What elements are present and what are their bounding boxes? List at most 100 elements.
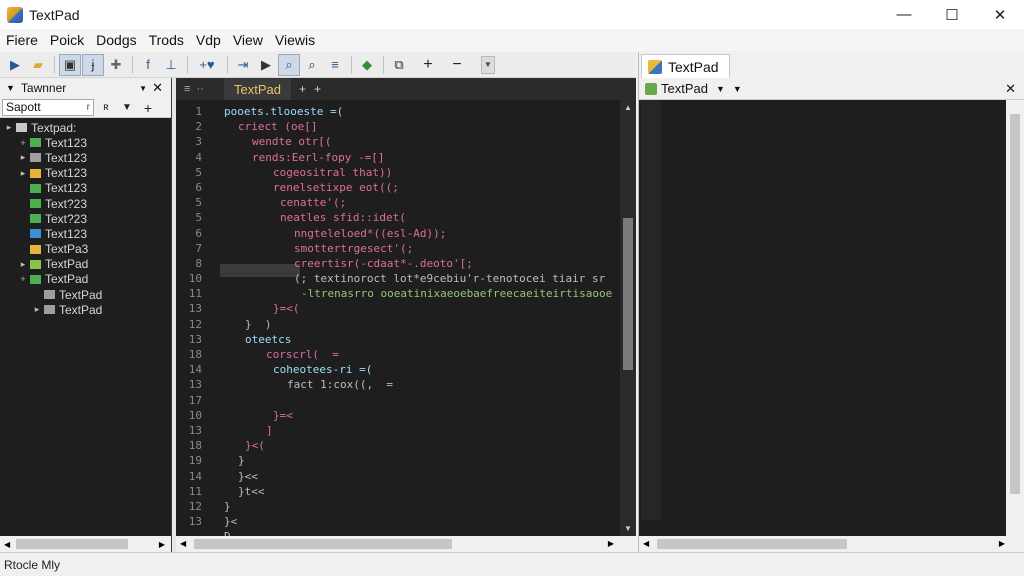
menu-window[interactable]: Viewis [275, 32, 315, 48]
expand-toggle-icon[interactable]: ▸ [32, 304, 42, 315]
open-folder-icon[interactable]: ▰ [27, 54, 49, 76]
new-tab-button[interactable]: + [299, 82, 306, 96]
scroll-thumb[interactable] [623, 218, 633, 370]
tab-menu-icon[interactable]: + [314, 82, 321, 96]
spell-check-icon[interactable]: ◆ [356, 54, 378, 76]
tree-item[interactable]: ▸ Textpad: [0, 120, 171, 135]
editor-horizontal-scrollbar[interactable]: ◀ ▶ [176, 536, 636, 552]
scroll-right-icon[interactable]: ▶ [159, 540, 165, 549]
code-line[interactable]: coheotees-ri =( [224, 362, 620, 377]
scroll-thumb[interactable] [657, 539, 847, 549]
add-filter-button[interactable]: + [139, 99, 157, 116]
zoom-out-icon[interactable]: − [446, 54, 468, 76]
code-line[interactable]: wendte otr[( [224, 134, 620, 149]
code-line[interactable]: nngteleloed*((esl-Ad)); [224, 226, 620, 241]
code-line[interactable]: } [224, 499, 620, 514]
scroll-thumb[interactable] [1010, 114, 1020, 494]
add-bookmark-icon[interactable]: +♥ [192, 54, 222, 76]
scroll-thumb[interactable] [16, 539, 128, 549]
tree-item[interactable]: + Text123 [0, 135, 171, 150]
scroll-up-icon[interactable]: ▲ [620, 103, 636, 112]
scroll-thumb[interactable] [194, 539, 452, 549]
replace-icon[interactable]: ≡ [324, 54, 346, 76]
menu-view[interactable]: View [233, 32, 263, 48]
search-icon[interactable]: ⌕ [301, 54, 323, 76]
code-line[interactable]: neatles sfid::idet( [224, 210, 620, 225]
scroll-right-icon[interactable]: ▶ [999, 539, 1005, 548]
filter-dropdown-icon[interactable]: r [87, 100, 90, 115]
code-line[interactable]: ] [224, 423, 620, 438]
maximize-button[interactable]: ☐ [928, 0, 976, 29]
expand-toggle-icon[interactable]: ▸ [4, 122, 14, 133]
tree-item[interactable]: ▸ TextPad [0, 302, 171, 317]
code-line[interactable]: }<< [224, 469, 620, 484]
tree-item[interactable]: TextPa3 [0, 242, 171, 257]
play-macro-icon[interactable]: ▶ [255, 54, 277, 76]
tree-item[interactable]: Text123 [0, 181, 171, 196]
close-button[interactable]: ✕ [976, 0, 1024, 29]
close-pane-icon[interactable]: ✕ [1005, 81, 1016, 97]
copy-icon[interactable]: ⧉ [388, 54, 410, 76]
filter-input[interactable]: Sapott r [2, 99, 94, 116]
code-line[interactable]: } [224, 453, 620, 468]
close-panel-icon[interactable]: ✕ [152, 80, 163, 96]
code-line[interactable]: smottertrgesect'(; [224, 241, 620, 256]
code-line[interactable]: cogeositral that)) [224, 165, 620, 180]
find-icon[interactable]: ⌕ [278, 53, 300, 76]
tree-item[interactable]: TextPad [0, 287, 171, 302]
filter-dropdown-button[interactable]: ▼ [118, 99, 136, 116]
tab-textpad[interactable]: TextPad [224, 78, 291, 100]
indent-icon[interactable]: ⊥ [160, 54, 182, 76]
code-line[interactable] [224, 393, 620, 408]
minimize-button[interactable]: — [880, 0, 928, 29]
wrap-icon[interactable]: ɉ [82, 53, 104, 76]
menu-macros[interactable]: Vdp [196, 32, 221, 48]
menu-tools[interactable]: Trods [149, 32, 184, 48]
menu-file[interactable]: Fiere [6, 32, 38, 48]
code-area[interactable]: 1 2 3 4 5 6 5 5 6 7 8 10 11 13 12 13 18 14 13 17 10 13 18 19 14 1… [176, 100, 620, 536]
tree-item[interactable]: + TextPad [0, 272, 171, 287]
tab-textpad-right[interactable]: TextPad [641, 54, 730, 78]
code-line[interactable]: }<( [224, 438, 620, 453]
expand-toggle-icon[interactable]: + [18, 138, 28, 148]
align-icon[interactable]: ⇥ [232, 54, 254, 76]
code-line[interactable]: cenatte'(; [224, 195, 620, 210]
tree-item[interactable]: Text?23 [0, 211, 171, 226]
menu-edit[interactable]: Poick [50, 32, 84, 48]
pin-panel-icon[interactable]: ▼ [139, 84, 147, 93]
menu-search[interactable]: Dodgs [96, 32, 136, 48]
tree-item[interactable]: ▸ TextPad [0, 257, 171, 272]
code-line[interactable]: D [224, 529, 620, 536]
right-horizontal-scrollbar[interactable]: ◀ ▶ [639, 536, 1024, 552]
tree-item[interactable]: Text123 [0, 226, 171, 241]
expand-toggle-icon[interactable]: ▸ [18, 152, 28, 163]
code-line[interactable]: oteetcs [224, 332, 620, 347]
scroll-left-icon[interactable]: ◀ [643, 539, 649, 548]
expand-toggle-icon[interactable]: ▸ [18, 259, 28, 270]
scroll-right-icon[interactable]: ▶ [608, 539, 614, 548]
filter-options-button[interactable]: ʀ [97, 99, 115, 116]
code-line[interactable]: pooets.tlooeste =( [224, 104, 620, 119]
right-pane-menu-icon[interactable]: ▼ [733, 84, 742, 94]
code-line[interactable]: creertisr(-cdaat*-.deoto'[; [224, 256, 620, 271]
code-line[interactable]: }=< [224, 408, 620, 423]
scroll-down-icon[interactable]: ▼ [620, 524, 636, 533]
tab-list-icon[interactable]: ≡ ·· [176, 83, 224, 95]
expand-toggle-icon[interactable]: + [18, 274, 28, 284]
code-line[interactable]: rends:Eerl-fopy -=[] [224, 150, 620, 165]
pin-icon[interactable]: ✚ [105, 54, 127, 76]
save-icon[interactable]: ▣ [59, 53, 81, 76]
right-pane-dropdown-icon[interactable]: ▼ [716, 84, 725, 94]
code-line[interactable]: }=<( [224, 301, 620, 316]
code-line[interactable]: fact 1:cox((, = [224, 377, 620, 392]
zoom-in-icon[interactable]: + [411, 54, 445, 76]
panel-collapse-icon[interactable]: ▼ [6, 83, 15, 93]
expand-toggle-icon[interactable]: ▸ [18, 168, 28, 179]
right-vertical-scrollbar[interactable] [1006, 100, 1024, 536]
code-lines[interactable]: pooets.tlooeste =(criect (oe[] wendte otr… [224, 104, 620, 536]
toolbar-dropdown[interactable]: ▼ [481, 55, 495, 74]
new-file-icon[interactable]: ▶ [4, 54, 26, 76]
code-line[interactable]: -ltrenasrro ooeatinixaeoebaefreecaeiteir… [224, 286, 620, 301]
format-icon[interactable]: f [137, 54, 159, 76]
code-line[interactable]: }t<< [224, 484, 620, 499]
